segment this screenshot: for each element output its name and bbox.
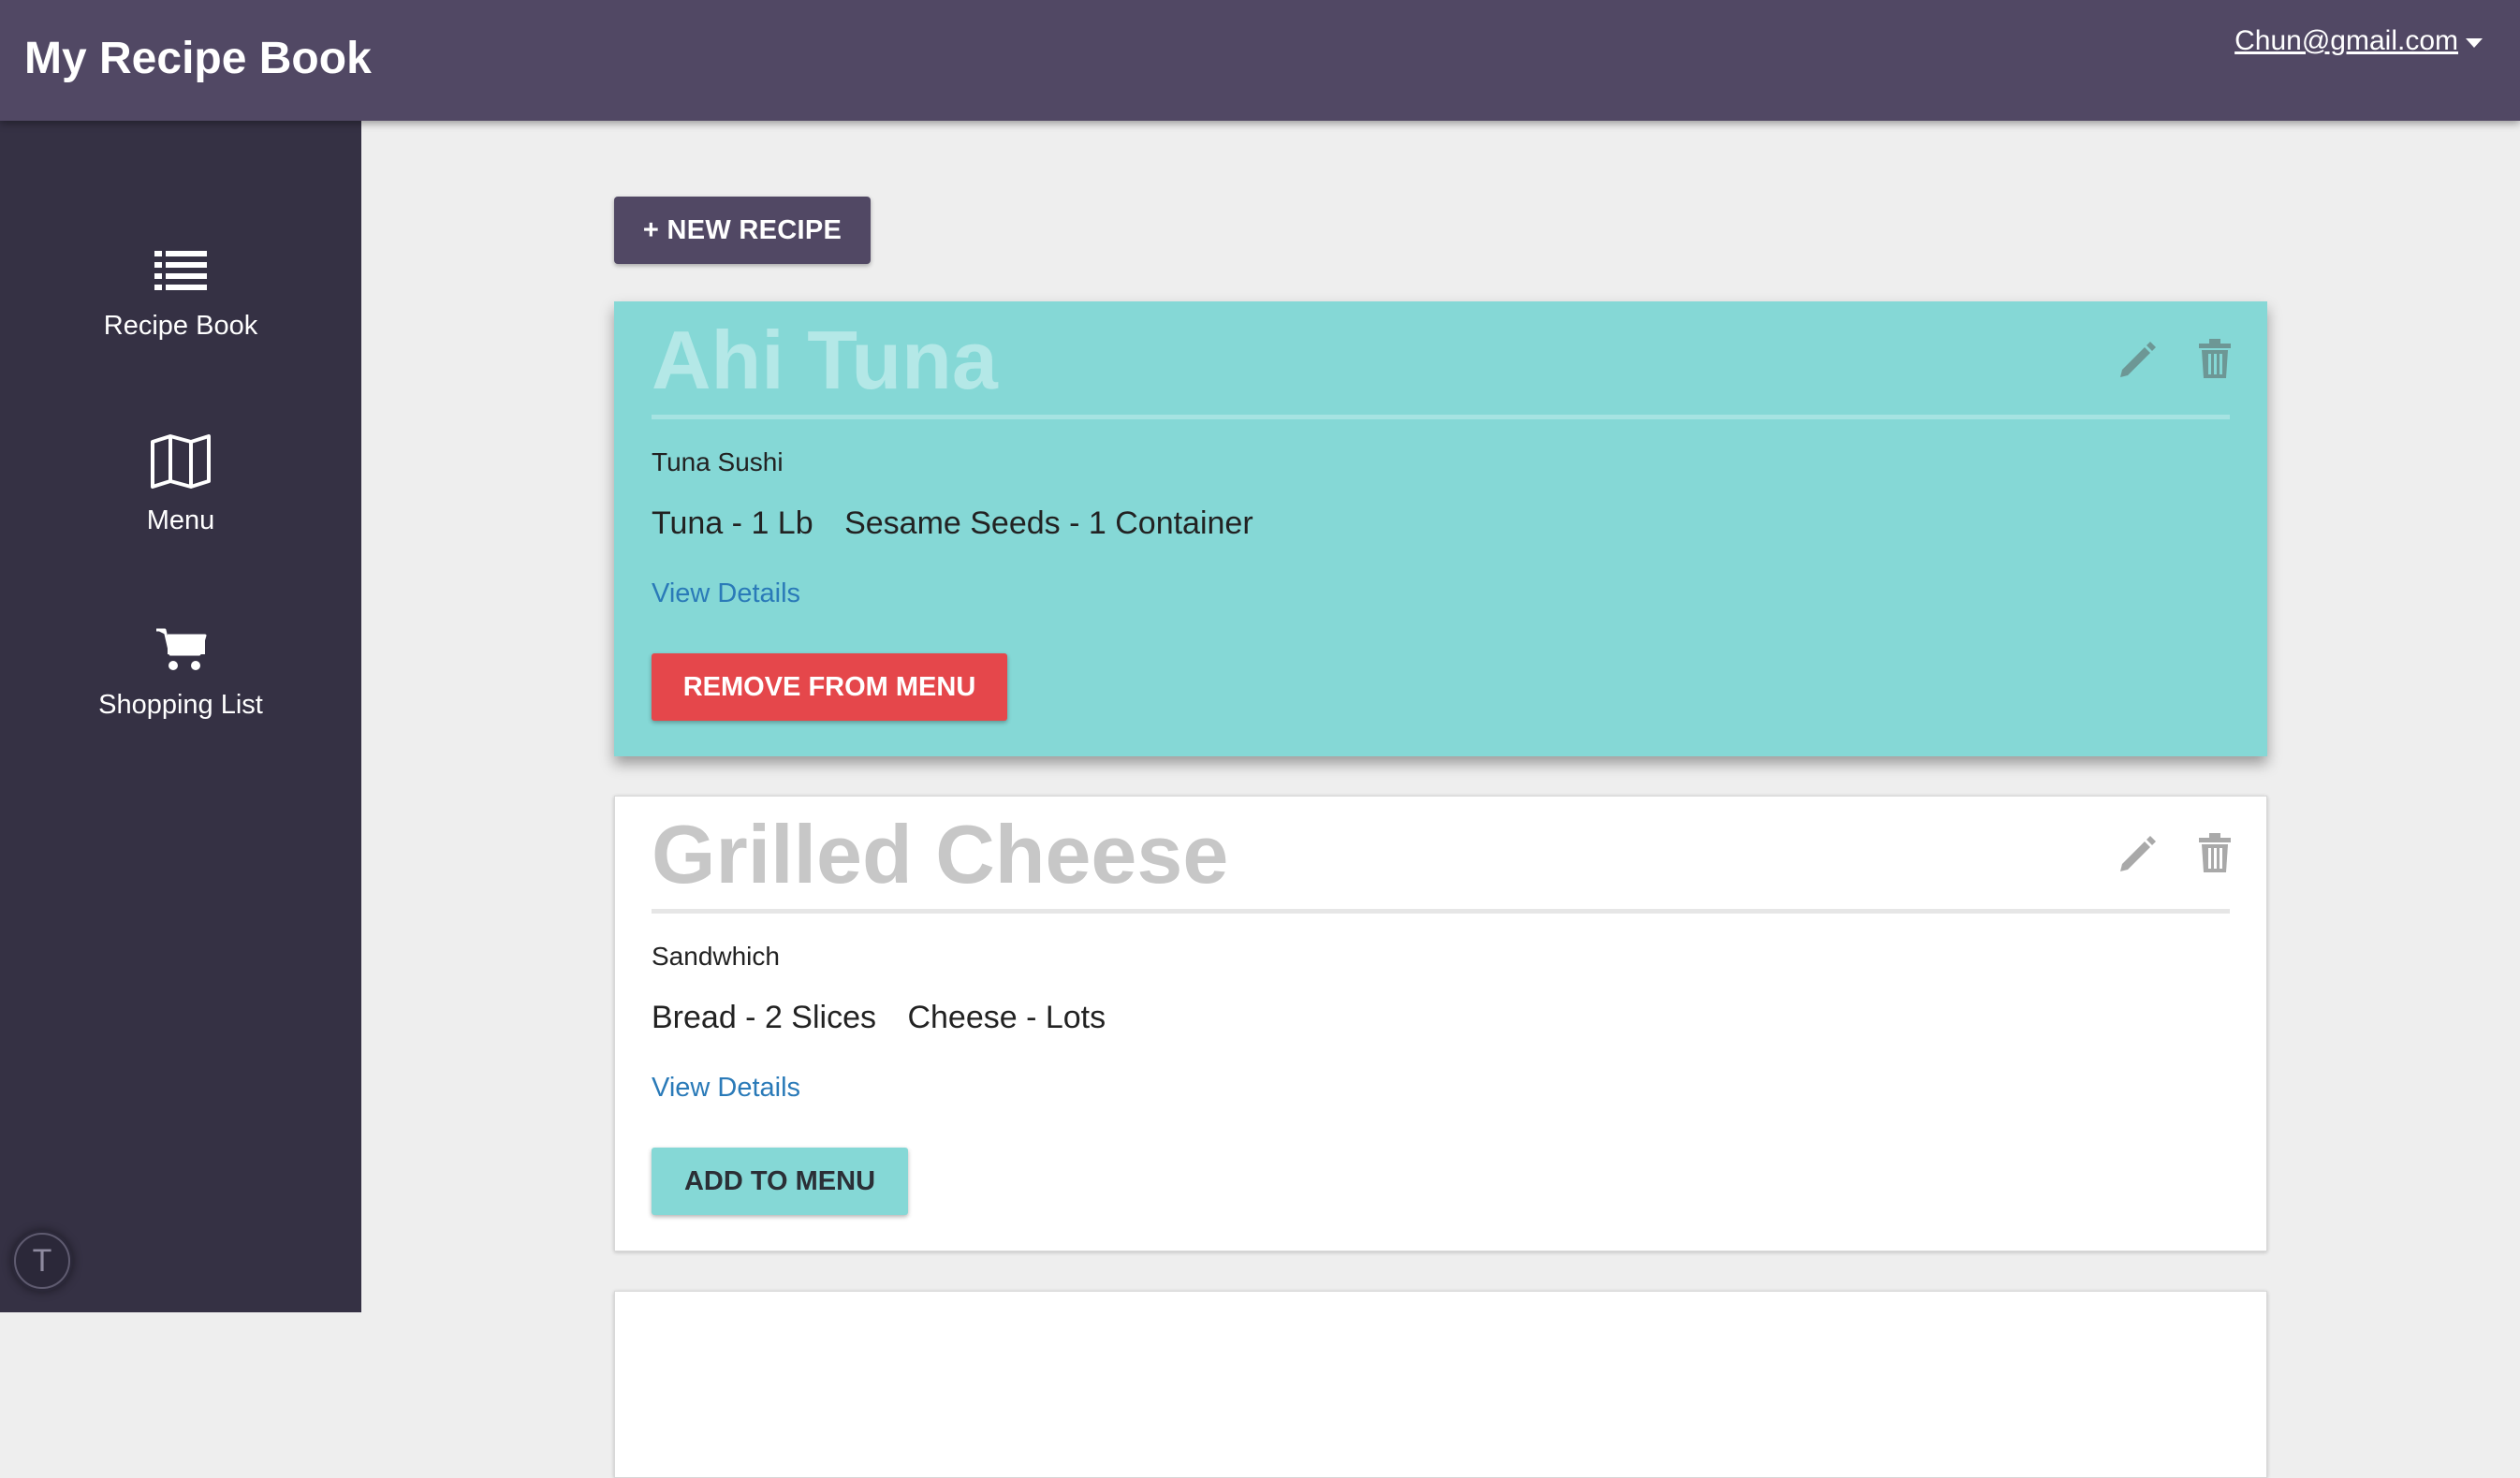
- title-divider: [652, 909, 2230, 914]
- edit-icon[interactable]: [2117, 338, 2156, 379]
- title-divider: [652, 415, 2230, 419]
- user-email[interactable]: Chun@gmail.com: [2234, 24, 2458, 58]
- sidebar-item-shopping-list[interactable]: Shopping List: [0, 626, 361, 722]
- recipe-description: Tuna Sushi: [652, 447, 784, 476]
- edit-icon[interactable]: [2117, 832, 2156, 873]
- ingredient-list: Bread - 2 Slices Cheese - Lots: [652, 999, 1128, 1036]
- recipe-card: Grilled Cheese Sandwhich Bread - 2 Slice…: [614, 796, 2267, 1251]
- sidebar: Recipe Book Menu Shopping List: [0, 121, 361, 1312]
- ingredient-item: Bread - 2 Slices: [652, 1000, 876, 1035]
- sidebar-item-menu[interactable]: Menu: [0, 434, 361, 537]
- recipe-title: Grilled Cheese: [652, 808, 1229, 900]
- recipe-card: Ahi Tuna Tuna Sushi Tuna - 1 Lb Sesame S…: [614, 301, 2267, 756]
- view-details-link[interactable]: View Details: [652, 577, 800, 610]
- sidebar-item-label: Recipe Book: [103, 311, 258, 341]
- list-icon: [154, 251, 207, 290]
- recipe-description: Sandwhich: [652, 942, 780, 971]
- add-to-menu-button[interactable]: ADD TO MENU: [652, 1148, 908, 1215]
- avatar-initial: T: [14, 1233, 70, 1289]
- recipe-card: [614, 1291, 2267, 1478]
- new-recipe-button[interactable]: + NEW RECIPE: [614, 197, 871, 264]
- caret-down-icon[interactable]: [2466, 38, 2483, 48]
- trash-icon[interactable]: [2195, 832, 2234, 873]
- ingredient-item: Cheese - Lots: [907, 1000, 1106, 1035]
- map-icon: [151, 434, 211, 489]
- sidebar-item-label: Shopping List: [98, 690, 263, 720]
- remove-from-menu-button[interactable]: REMOVE FROM MENU: [652, 653, 1007, 721]
- trash-icon[interactable]: [2195, 338, 2234, 379]
- app-title: My Recipe Book: [24, 34, 372, 83]
- avatar[interactable]: T: [11, 1230, 73, 1292]
- sidebar-item-recipe-book[interactable]: Recipe Book: [0, 249, 361, 343]
- main-content: + NEW RECIPE Ahi Tuna Tuna Sushi Tuna - …: [361, 121, 2520, 1478]
- sidebar-item-label: Menu: [146, 505, 215, 535]
- cart-icon: [156, 628, 207, 670]
- view-details-link[interactable]: View Details: [652, 1071, 800, 1105]
- ingredient-item: Sesame Seeds - 1 Container: [844, 505, 1253, 541]
- ingredient-item: Tuna - 1 Lb: [652, 505, 813, 541]
- recipe-title: Ahi Tuna: [652, 314, 998, 406]
- user-menu-dropdown[interactable]: Chun@gmail.com: [2234, 24, 2483, 58]
- top-bar: My Recipe Book Chun@gmail.com: [0, 0, 2520, 121]
- ingredient-list: Tuna - 1 Lb Sesame Seeds - 1 Container: [652, 505, 1276, 542]
